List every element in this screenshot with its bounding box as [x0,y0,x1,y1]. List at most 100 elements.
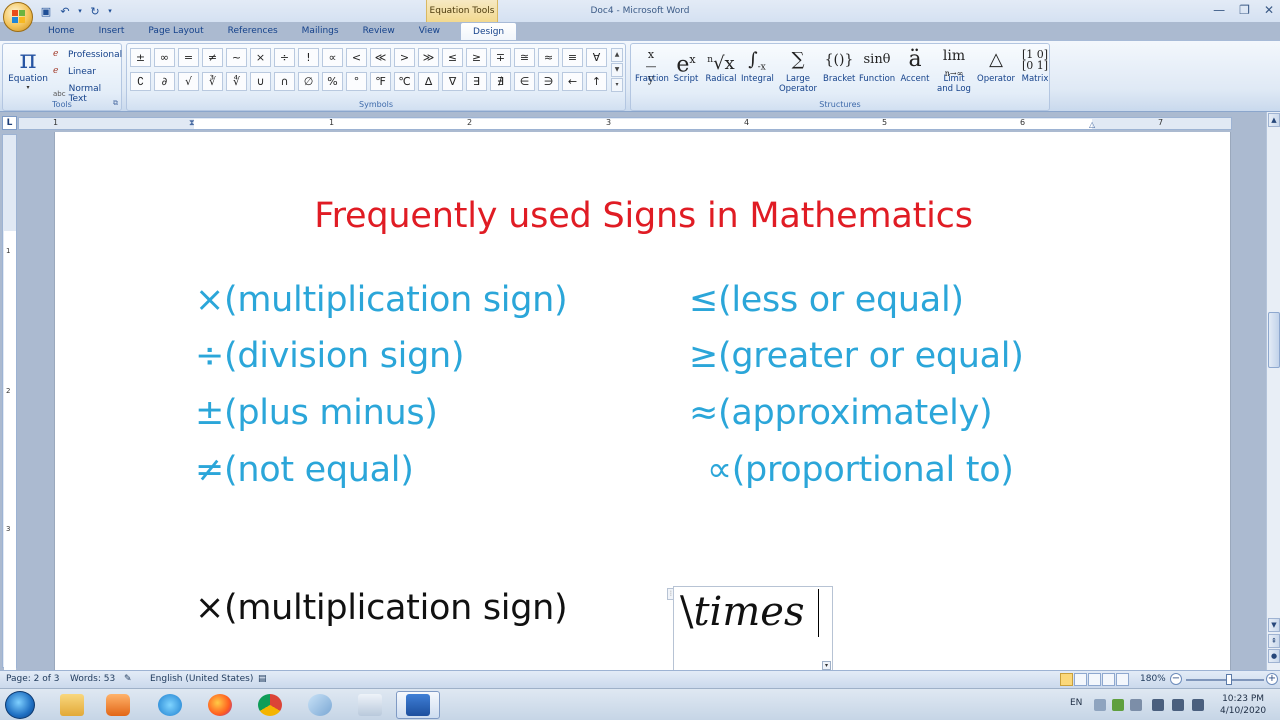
symbol-button[interactable]: ∃ [466,72,487,91]
radical-button[interactable]: n√x Radical [703,46,739,100]
start-button[interactable] [5,691,35,719]
symbol-button[interactable]: ∪ [250,72,271,91]
media-player-taskbar-button[interactable] [96,691,140,719]
symbol-button[interactable]: ∜ [226,72,247,91]
zoom-in-icon[interactable]: + [1266,673,1278,685]
zoom-slider-knob[interactable] [1226,674,1232,685]
symbol-button[interactable]: ≪ [370,48,391,67]
symbol-button[interactable]: = [178,48,199,67]
symbol-button[interactable]: × [250,48,271,67]
draft-icon[interactable] [1116,673,1129,686]
symbol-button[interactable]: ∋ [538,72,559,91]
symbol-button[interactable]: ∩ [274,72,295,91]
equation-options-icon[interactable]: ▾ [822,661,831,670]
symbol-button[interactable]: ! [298,48,319,67]
tab-design[interactable]: Design [460,22,518,41]
scroll-down-icon[interactable]: ▼ [1268,618,1280,632]
right-indent-icon[interactable]: △ [1089,120,1095,129]
symbol-button[interactable]: ∛ [202,72,223,91]
power-icon[interactable] [1130,699,1142,711]
bracket-button[interactable]: {()} Bracket [821,46,857,100]
horizontal-ruler[interactable]: 1 1 2 3 4 5 6 7 ⧗ △ [18,117,1232,130]
gallery-more-icon[interactable]: ▾ [611,78,623,92]
symbol-button[interactable]: ∇ [442,72,463,91]
script-button[interactable]: ex Script [669,46,703,100]
restore-icon[interactable]: ❐ [1239,3,1250,17]
symbol-button[interactable]: ← [562,72,583,91]
symbol-button[interactable]: % [322,72,343,91]
tab-insert[interactable]: Insert [87,22,137,41]
clock[interactable]: 10:23 PM 4/10/2020 [1220,693,1266,717]
scrollbar-thumb[interactable] [1268,312,1280,368]
macro-icon[interactable]: ▤ [258,674,267,684]
print-layout-icon[interactable] [1060,673,1073,686]
proofing-icon[interactable]: ✎ [124,674,132,684]
page-count[interactable]: Page: 2 of 3 [6,674,60,684]
symbol-button[interactable]: ≅ [514,48,535,67]
tab-selector[interactable]: L [2,116,17,130]
paint-taskbar-button[interactable] [298,691,342,719]
vertical-ruler[interactable]: 1 2 3 [2,134,17,671]
equation-text[interactable]: \times [680,589,804,635]
tab-review[interactable]: Review [351,22,407,41]
linear-button[interactable]: e Linear [53,66,96,78]
scroll-down-icon[interactable]: ▼ [611,63,623,77]
symbol-button[interactable]: ± [130,48,151,67]
internet-explorer-taskbar-button[interactable] [148,691,192,719]
symbol-button[interactable]: √ [178,72,199,91]
firefox-taskbar-button[interactable] [198,691,242,719]
tab-view[interactable]: View [407,22,452,41]
symbol-button[interactable]: ≤ [442,48,463,67]
function-button[interactable]: sinθ Function [857,46,897,100]
large-operator-button[interactable]: ∑ Large Operator [775,46,821,100]
word-count[interactable]: Words: 53 [70,674,115,684]
action-center-icon[interactable] [1112,699,1124,711]
document-page[interactable]: Frequently used Signs in Mathematics ×(m… [54,132,1231,670]
undo-dropdown-icon[interactable]: ▾ [76,3,84,19]
previous-page-icon[interactable]: ⇞ [1268,634,1280,648]
symbol-button[interactable]: ÷ [274,48,295,67]
volume-icon[interactable] [1172,699,1184,711]
keyboard-icon[interactable] [1192,699,1204,711]
redo-icon[interactable]: ↻ [87,3,103,19]
undo-icon[interactable]: ↶ [57,3,73,19]
integral-button[interactable]: ∫-x Integral [739,46,775,100]
symbol-button[interactable]: ∆ [418,72,439,91]
symbol-button[interactable]: ≈ [538,48,559,67]
save-icon[interactable]: ▣ [38,3,54,19]
symbol-button[interactable]: < [346,48,367,67]
tab-references[interactable]: References [216,22,290,41]
accent-button[interactable]: ä Accent [897,46,933,100]
equation-button[interactable]: π Equation ▾ [7,46,49,98]
symbol-button[interactable]: ° [346,72,367,91]
limit-and-log-button[interactable]: lim n→∞ Limit and Log [933,46,975,100]
symbol-button[interactable]: ≠ [202,48,223,67]
indent-marker-icon[interactable]: ⧗ [189,118,195,128]
symbol-button[interactable]: ∁ [130,72,151,91]
tray-language[interactable]: EN [1070,698,1082,708]
symbol-button[interactable]: ↑ [586,72,607,91]
vertical-scrollbar[interactable]: ▲ ▼ ⇞ ● [1266,112,1280,670]
operator-button[interactable]: △ Operator [975,46,1017,100]
minimize-icon[interactable]: — [1213,3,1225,17]
symbol-button[interactable]: ℃ [394,72,415,91]
tab-home[interactable]: Home [36,22,87,41]
matrix-button[interactable]: [1 0] [0 1] Matrix [1017,46,1053,100]
math-input-taskbar-button[interactable] [348,691,392,719]
equation-placeholder[interactable]: ⋮ \times ▾ [667,586,833,670]
equation-drag-handle-icon[interactable]: ⋮ [667,588,674,600]
zoom-level[interactable]: 180% [1140,674,1166,684]
network-icon[interactable] [1152,699,1164,711]
symbol-button[interactable]: ∀ [586,48,607,67]
word-taskbar-button[interactable] [396,691,440,719]
chrome-taskbar-button[interactable] [248,691,292,719]
scroll-up-icon[interactable]: ▲ [611,48,623,62]
web-layout-icon[interactable] [1088,673,1101,686]
symbol-button[interactable]: ℉ [370,72,391,91]
symbol-button[interactable]: ∄ [490,72,511,91]
symbol-button[interactable]: ∈ [514,72,535,91]
symbol-button[interactable]: ∝ [322,48,343,67]
full-screen-reading-icon[interactable] [1074,673,1087,686]
symbol-button[interactable]: ∞ [154,48,175,67]
tab-mailings[interactable]: Mailings [290,22,351,41]
